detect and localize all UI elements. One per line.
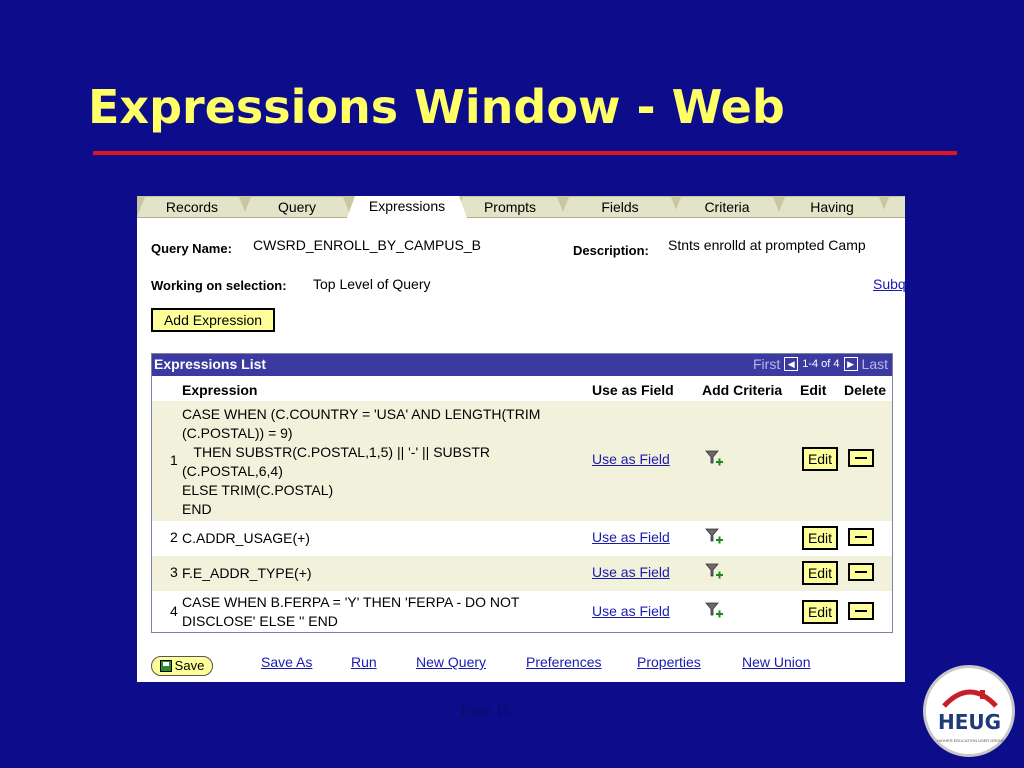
new-query-link[interactable]: New Query	[416, 654, 486, 670]
col-edit: Edit	[800, 382, 827, 398]
preferences-link[interactable]: Preferences	[526, 654, 601, 670]
row-number: 1	[170, 452, 178, 468]
use-as-field-link[interactable]: Use as Field	[592, 529, 670, 545]
tab-query[interactable]: Query	[243, 197, 351, 217]
delete-button[interactable]	[848, 528, 874, 546]
delete-button[interactable]	[848, 602, 874, 620]
nav-count: 1-4 of 4	[802, 358, 840, 370]
logo-text: HEUG	[938, 710, 1002, 734]
expression-text: CASE WHEN B.FERPA = 'Y' THEN 'FERPA - DO…	[182, 594, 520, 629]
tab-records[interactable]: Records	[137, 197, 247, 217]
col-add-criteria: Add Criteria	[702, 382, 783, 398]
use-as-field-link[interactable]: Use as Field	[592, 603, 670, 619]
grid-header: Expressions List First ◀ 1-4 of 4 ▶ Last	[152, 354, 892, 376]
minus-icon	[855, 571, 867, 573]
add-criteria-icon[interactable]	[704, 600, 724, 620]
page-number: Page 15	[460, 702, 512, 719]
new-union-link[interactable]: New Union	[742, 654, 810, 670]
query-name-value: CWSRD_ENROLL_BY_CAMPUS_B	[253, 237, 481, 253]
row-number: 2	[170, 529, 178, 545]
heug-logo: HEUG HIGHER EDUCATION USER GROUP	[923, 665, 1015, 757]
slide-title: Expressions Window - Web	[88, 80, 785, 134]
col-expression: Expression	[182, 382, 258, 398]
tab-fields[interactable]: Fields	[561, 197, 679, 217]
add-criteria-icon[interactable]	[704, 526, 724, 546]
expressions-grid: Expressions List First ◀ 1-4 of 4 ▶ Last…	[151, 353, 893, 633]
delete-button[interactable]	[848, 563, 874, 581]
roof-icon	[942, 689, 998, 708]
tab-underline	[137, 217, 905, 218]
edit-button[interactable]: Edit	[802, 561, 838, 585]
description-label: Description:	[573, 243, 649, 258]
table-row: 3 F.E_ADDR_TYPE(+) Use as Field Edit	[152, 556, 892, 591]
add-criteria-icon[interactable]	[704, 448, 724, 468]
title-rule	[93, 151, 957, 155]
expression-text: C.ADDR_USAGE(+)	[182, 530, 310, 546]
tab-bar: Records Query Prompts Fields Criteria Ha…	[137, 196, 905, 218]
grid-title: Expressions List	[154, 356, 267, 372]
query-manager-window: Records Query Prompts Fields Criteria Ha…	[137, 196, 905, 682]
tab-having[interactable]: Having	[777, 197, 887, 217]
save-label: Save	[174, 658, 205, 673]
col-use-as-field: Use as Field	[592, 382, 674, 398]
expression-text: F.E_ADDR_TYPE(+)	[182, 565, 312, 581]
nav-next-icon[interactable]: ▶	[843, 357, 858, 371]
grid-navigation: First ◀ 1-4 of 4 ▶ Last	[753, 356, 888, 372]
query-name-label: Query Name:	[151, 241, 232, 256]
add-criteria-icon[interactable]	[704, 561, 724, 581]
working-on-selection-label: Working on selection:	[151, 278, 287, 293]
edit-button[interactable]: Edit	[802, 526, 838, 550]
table-row: 2 C.ADDR_USAGE(+) Use as Field Edit	[152, 521, 892, 556]
minus-icon	[855, 610, 867, 612]
nav-prev-icon[interactable]: ◀	[784, 357, 799, 371]
minus-icon	[855, 457, 867, 459]
save-as-link[interactable]: Save As	[261, 654, 312, 670]
disk-icon	[159, 660, 172, 672]
minus-icon	[855, 536, 867, 538]
table-row: 4 CASE WHEN B.FERPA = 'Y' THEN 'FERPA - …	[152, 591, 892, 632]
delete-button[interactable]	[848, 449, 874, 467]
description-value: Stnts enrolld at prompted Camp	[668, 237, 866, 253]
expression-text: CASE WHEN (C.COUNTRY = 'USA' AND LENGTH(…	[182, 406, 541, 517]
use-as-field-link[interactable]: Use as Field	[592, 451, 670, 467]
properties-link[interactable]: Properties	[637, 654, 701, 670]
use-as-field-link[interactable]: Use as Field	[592, 564, 670, 580]
tab-overflow[interactable]	[881, 197, 905, 217]
edit-button[interactable]: Edit	[802, 447, 838, 471]
nav-last[interactable]: Last	[862, 356, 888, 372]
subquery-link[interactable]: Subq	[873, 276, 905, 292]
table-row: 1 CASE WHEN (C.COUNTRY = 'USA' AND LENGT…	[152, 401, 892, 521]
nav-first[interactable]: First	[753, 356, 780, 372]
working-on-selection-value: Top Level of Query	[313, 276, 431, 292]
tab-expressions[interactable]: Expressions	[347, 196, 467, 218]
add-expression-button[interactable]: Add Expression	[151, 308, 275, 332]
edit-button[interactable]: Edit	[802, 600, 838, 624]
tab-criteria[interactable]: Criteria	[673, 197, 781, 217]
logo-subtext: HIGHER EDUCATION USER GROUP	[937, 738, 1005, 743]
save-button[interactable]: Save	[151, 656, 213, 676]
row-number: 3	[170, 564, 178, 580]
row-number: 4	[170, 603, 178, 619]
tab-prompts[interactable]: Prompts	[455, 197, 565, 217]
run-link[interactable]: Run	[351, 654, 377, 670]
col-delete: Delete	[844, 382, 887, 398]
